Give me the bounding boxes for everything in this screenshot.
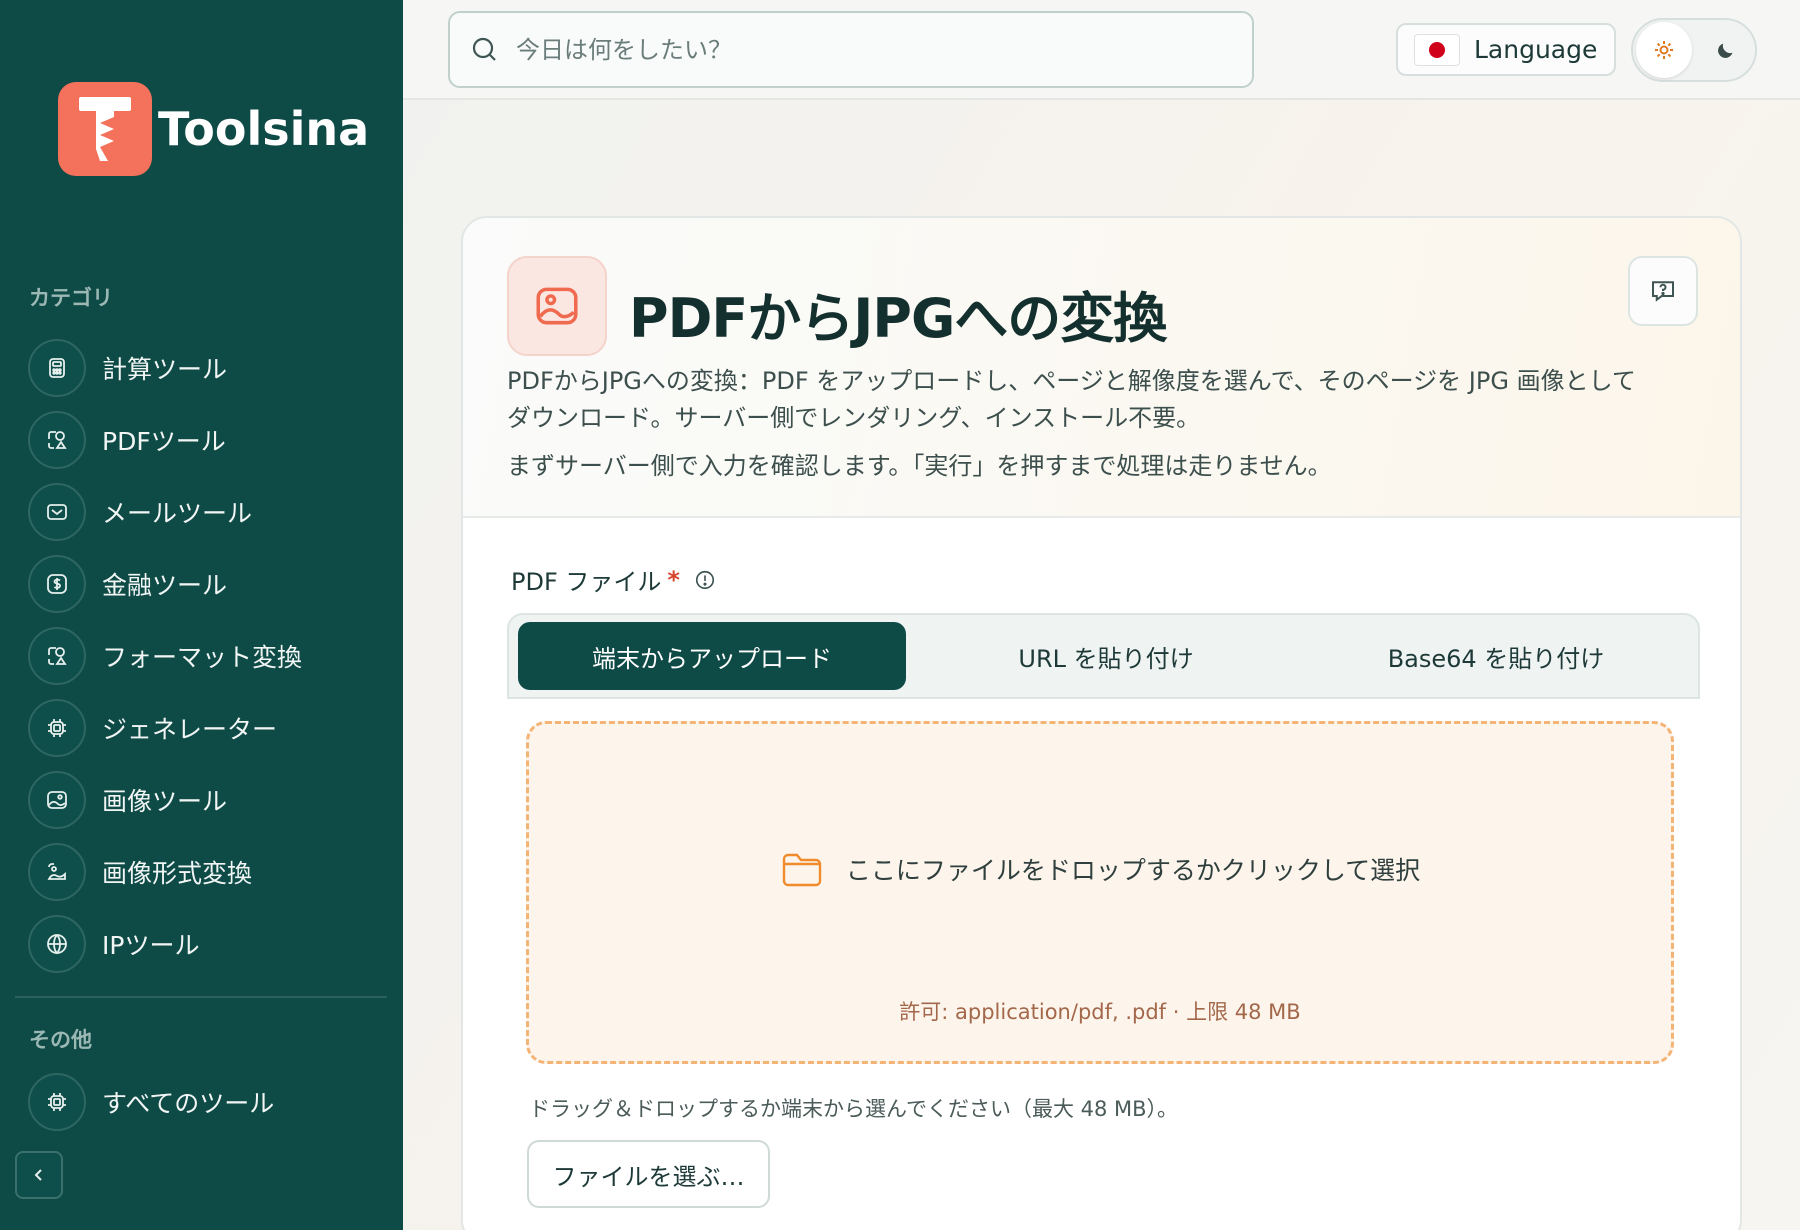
sidebar-item-label: 画像ツール [102,787,228,816]
tool-note: まずサーバー側で入力を確認します。「実行」を押すまで処理は走りません。 [507,452,1332,480]
light-mode-button[interactable] [1636,22,1692,78]
japan-flag-icon [1414,33,1460,66]
dropzone-text: ここにファイルをドロップするかクリックして選択 [845,856,1421,885]
tool-header: PDFからJPGへの変換 PDFからJPGへの変換：PDF をアップロードし、ペ… [463,218,1740,518]
collapse-sidebar-button[interactable] [15,1151,63,1199]
sidebar-item-label: PDFツール [102,427,226,456]
logo-mark-icon [58,82,152,176]
other-label: その他 [29,1028,92,1052]
chip-icon [28,699,86,757]
sidebar: Toolsina カテゴリ 計算ツール PDFツール メールツール 金融ツール [0,0,403,1230]
image-icon [28,771,86,829]
sidebar-item-mail[interactable]: メールツール [28,476,388,548]
dropzone-prompt: ここにファイルをドロップするかクリックして選択 [529,849,1671,889]
sidebar-item-generator[interactable]: ジェネレーター [28,692,388,764]
image-convert-icon [28,843,86,901]
search-input[interactable] [516,35,1216,64]
sidebar-item-ip[interactable]: IPツール [28,908,388,980]
category-nav: 計算ツール PDFツール メールツール 金融ツール フォーマット変換 ジェネレー… [28,332,388,980]
sidebar-item-image-convert[interactable]: 画像形式変換 [28,836,388,908]
sidebar-item-calculator[interactable]: 計算ツール [28,332,388,404]
choose-file-button[interactable]: ファイルを選ぶ… [527,1140,770,1208]
dropzone-constraints: 許可: application/pdf, .pdf · 上限 48 MB [899,1000,1301,1024]
folder-icon [782,853,822,887]
search-icon [472,37,496,61]
help-chat-icon [1652,281,1674,302]
field-label-text: PDF ファイル [511,568,662,596]
format-shapes-icon [28,627,86,685]
tab-url[interactable]: URL を貼り付け [906,622,1306,690]
page-title: PDFからJPGへの変換 [629,287,1167,350]
sidebar-item-label: 画像形式変換 [102,859,253,888]
sidebar-divider [15,996,387,998]
sidebar-item-label: 金融ツール [102,571,228,600]
language-button[interactable]: Language [1396,23,1616,76]
upload-hint: ドラッグ＆ドロップするか端末から選んでください（最大 48 MB）。 [529,1097,1179,1121]
sidebar-item-image[interactable]: 画像ツール [28,764,388,836]
other-nav: すべてのツール [28,1066,388,1138]
required-mark: * [667,565,680,594]
mail-icon [28,483,86,541]
theme-toggle[interactable] [1631,18,1757,82]
app-name: Toolsina [158,102,370,156]
tab-base64[interactable]: Base64 を貼り付け [1306,622,1686,690]
sidebar-item-finance[interactable]: 金融ツール [28,548,388,620]
sidebar-item-all-tools[interactable]: すべてのツール [28,1066,388,1138]
info-icon[interactable] [694,569,716,591]
category-label: カテゴリ [29,286,113,310]
file-dropzone[interactable]: ここにファイルをドロップするかクリックして選択 許可: application/… [526,721,1674,1064]
language-label: Language [1474,35,1598,64]
moon-icon [1718,43,1733,58]
app-logo[interactable]: Toolsina [58,82,369,176]
search-box[interactable] [448,11,1254,88]
chip-icon [28,1073,86,1131]
sun-icon [1655,41,1673,59]
sidebar-item-label: メールツール [102,499,253,528]
help-button[interactable] [1628,256,1698,326]
sidebar-item-label: フォーマット変換 [102,643,303,672]
top-bar: Language [403,0,1800,100]
dollar-icon [28,555,86,613]
input-method-tabs: 端末からアップロード URL を貼り付け Base64 を貼り付け [507,613,1700,699]
pdf-shapes-icon [28,411,86,469]
sidebar-item-label: すべてのツール [102,1089,275,1118]
sidebar-item-pdf[interactable]: PDFツール [28,404,388,476]
pdf-file-label: PDF ファイル * [511,562,716,597]
dark-mode-button[interactable] [1698,22,1754,78]
calculator-icon [28,339,86,397]
sidebar-item-label: ジェネレーター [102,715,278,744]
chevron-left-icon [34,1169,42,1181]
sidebar-item-label: 計算ツール [102,355,228,384]
sidebar-item-format[interactable]: フォーマット変換 [28,620,388,692]
sidebar-item-label: IPツール [102,931,200,960]
image-icon [507,256,607,356]
tool-description: PDFからJPGへの変換：PDF をアップロードし、ページと解像度を選んで、その… [507,367,1636,432]
globe-icon [28,915,86,973]
tab-upload[interactable]: 端末からアップロード [518,622,906,690]
